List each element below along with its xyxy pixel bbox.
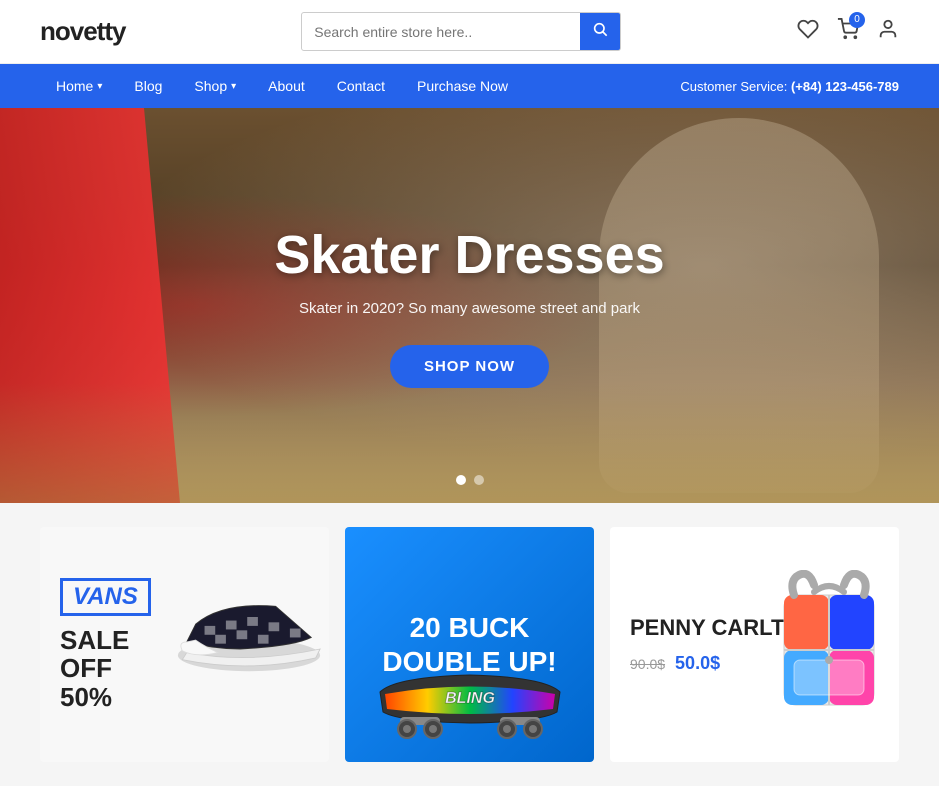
price-original: 90.0$ (630, 656, 665, 672)
price-sale: 50.0$ (675, 653, 720, 674)
nav-left: Home ▾ Blog Shop ▾ About Contact Purchas… (40, 64, 524, 108)
header-icons: 0 (797, 18, 899, 46)
hero-floor (0, 383, 939, 503)
account-icon (877, 18, 899, 40)
cart-button[interactable]: 0 (837, 18, 859, 46)
search-bar (301, 12, 621, 51)
search-button[interactable] (580, 13, 620, 50)
sale-line3: 50% (60, 683, 309, 712)
cart-badge: 0 (849, 12, 865, 28)
nav-label-shop: Shop (194, 78, 227, 94)
account-button[interactable] (877, 18, 899, 46)
nav-item-blog[interactable]: Blog (118, 64, 178, 108)
buck-line1: 20 BUCK (382, 611, 556, 645)
nav-item-about[interactable]: About (252, 64, 321, 108)
product-card-vans[interactable]: VANS SALE OFF 50% (40, 527, 329, 762)
nav-item-home[interactable]: Home ▾ (40, 64, 118, 108)
nav-label-blog: Blog (134, 78, 162, 94)
hero-content: Skater Dresses Skater in 2020? So many a… (274, 224, 664, 388)
hero-dots (456, 475, 484, 485)
nav-label-purchase: Purchase Now (417, 78, 508, 94)
hero-title: Skater Dresses (274, 224, 664, 286)
search-input[interactable] (302, 16, 580, 48)
hero-banner: Skater Dresses Skater in 2020? So many a… (0, 108, 939, 503)
buck-line2: DOUBLE UP! (382, 645, 556, 679)
site-header: novetty 0 (0, 0, 939, 64)
product-section: VANS SALE OFF 50% (0, 503, 939, 786)
site-logo[interactable]: novetty (40, 16, 125, 47)
wishlist-button[interactable] (797, 18, 819, 46)
vans-logo: VANS (60, 578, 151, 616)
hero-subtitle: Skater in 2020? So many awesome street a… (274, 300, 664, 317)
shop-now-button[interactable]: SHOP NOW (390, 345, 549, 388)
chevron-down-icon-shop: ▾ (231, 81, 236, 92)
main-navbar: Home ▾ Blog Shop ▾ About Contact Purchas… (0, 64, 939, 108)
product-card-penny[interactable]: PENNY CARLTON 2020 90.0$ 50.0$ (610, 527, 899, 762)
nav-item-purchase[interactable]: Purchase Now (401, 64, 524, 108)
hero-dot-2[interactable] (474, 475, 484, 485)
chevron-down-icon: ▾ (97, 81, 102, 92)
nav-item-contact[interactable]: Contact (321, 64, 401, 108)
customer-service-phone: (+84) 123-456-789 (791, 79, 899, 94)
nav-item-shop[interactable]: Shop ▾ (178, 64, 252, 108)
product-card-buck[interactable]: 20 BUCK DOUBLE UP! (345, 527, 594, 762)
svg-text:BLING: BLING (445, 690, 495, 707)
nav-label-home: Home (56, 78, 93, 94)
hero-dot-1[interactable] (456, 475, 466, 485)
customer-service-label: Customer Service: (680, 79, 787, 94)
customer-service: Customer Service: (+84) 123-456-789 (680, 79, 899, 94)
nav-label-contact: Contact (337, 78, 385, 94)
heart-icon (797, 18, 819, 40)
backpack-image (769, 570, 889, 720)
buck-title: 20 BUCK DOUBLE UP! (382, 611, 556, 678)
shoe-image (169, 583, 329, 683)
nav-label-about: About (268, 78, 305, 94)
search-icon (592, 21, 608, 37)
